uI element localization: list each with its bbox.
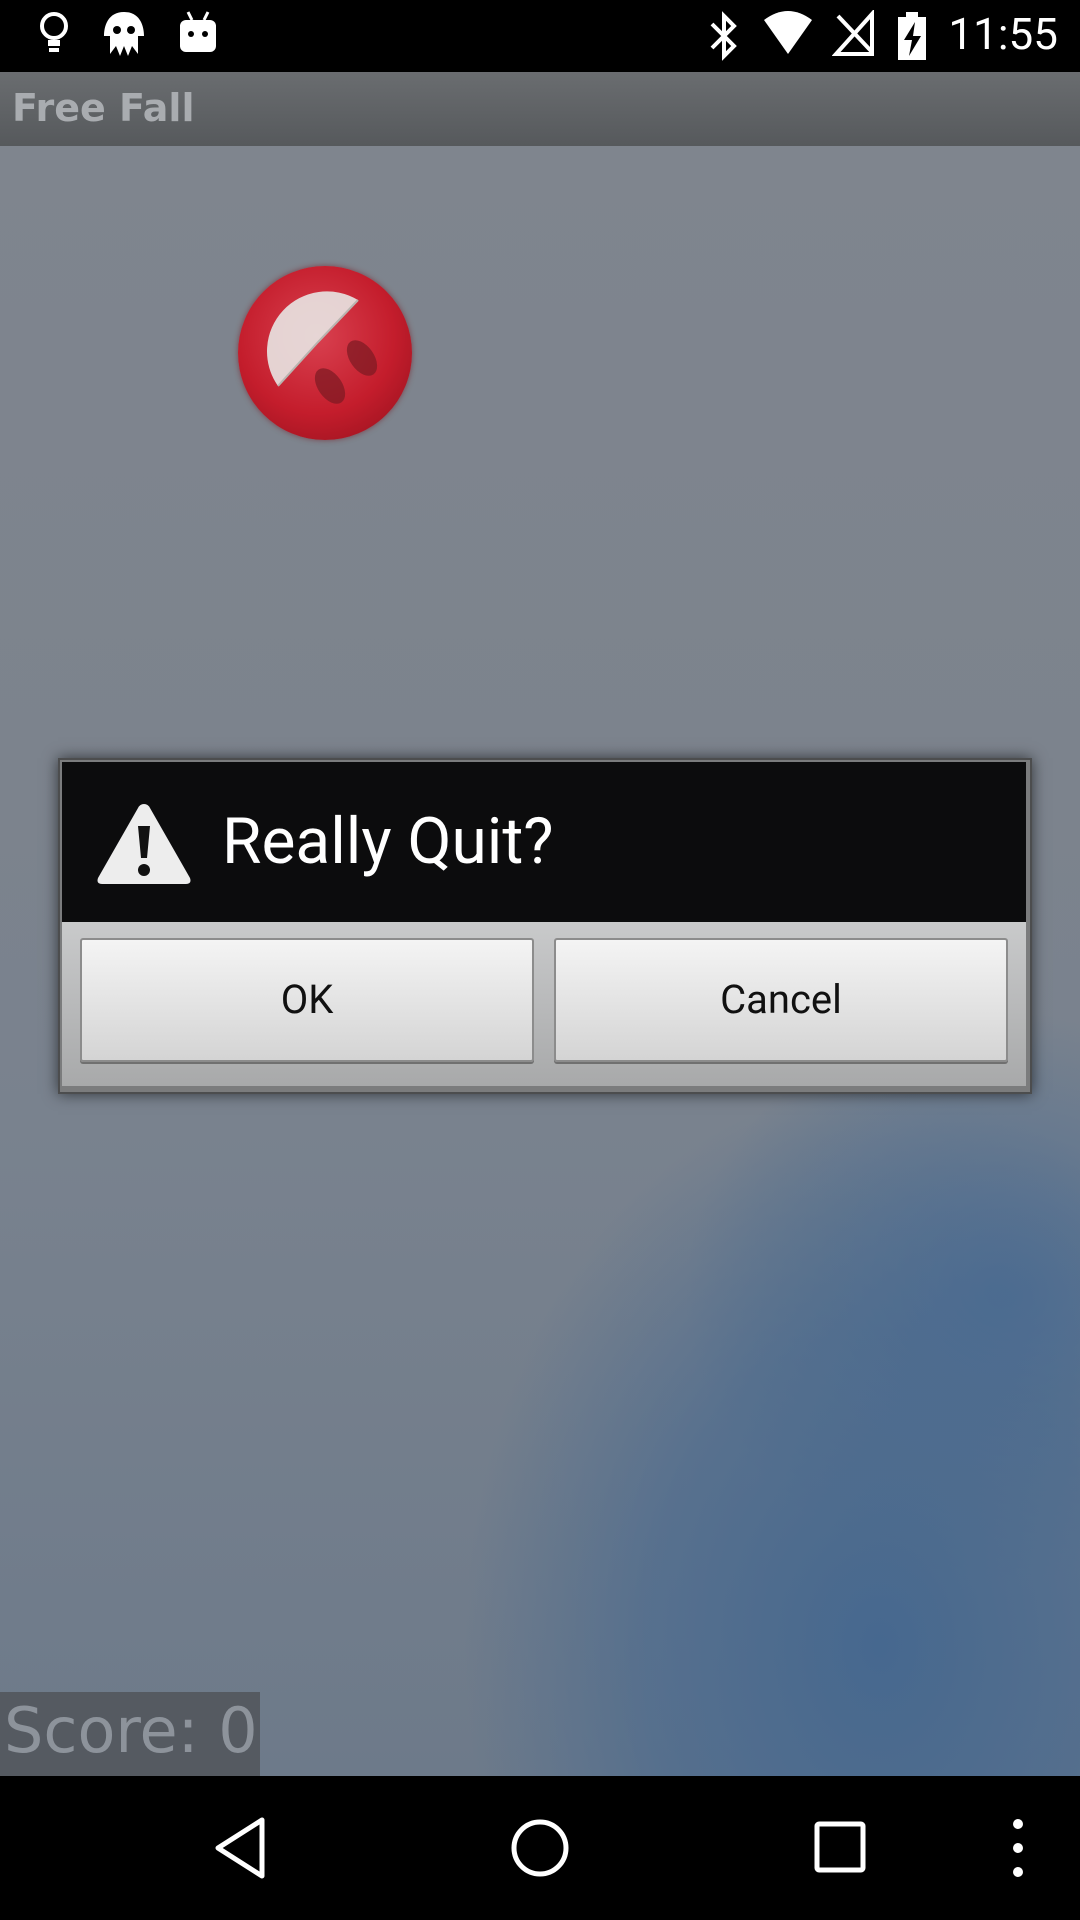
quit-dialog: Really Quit? OK Cancel (58, 758, 1032, 1094)
home-icon[interactable] (508, 1816, 572, 1884)
clock: 11:55 (948, 8, 1058, 60)
lightbulb-icon (36, 10, 72, 64)
app-title: Free Fall (12, 86, 195, 130)
app-title-bar: Free Fall (0, 72, 1080, 146)
dialog-button-bar: OK Cancel (62, 922, 1026, 1086)
no-signal-icon (831, 8, 876, 62)
ok-button[interactable]: OK (80, 938, 534, 1062)
recents-icon[interactable] (812, 1816, 868, 1884)
battery-charging-icon (896, 10, 928, 66)
android-icon (178, 10, 218, 60)
smiley-ball-icon (238, 266, 412, 440)
wifi-icon (762, 10, 814, 62)
navigation-bar (0, 1776, 1080, 1920)
back-icon[interactable] (212, 1816, 268, 1884)
score-display: Score: 0 (0, 1692, 260, 1776)
cancel-button[interactable]: Cancel (554, 938, 1008, 1062)
status-bar: 11:55 (0, 0, 1080, 72)
dialog-header: Really Quit? (62, 762, 1026, 922)
score-label: Score: 0 (4, 1694, 258, 1767)
dialog-title: Really Quit? (222, 804, 554, 879)
menu-icon[interactable] (1006, 1816, 1030, 1884)
bluetooth-icon (708, 10, 740, 66)
warning-icon (94, 800, 194, 892)
alien-icon (100, 10, 148, 66)
